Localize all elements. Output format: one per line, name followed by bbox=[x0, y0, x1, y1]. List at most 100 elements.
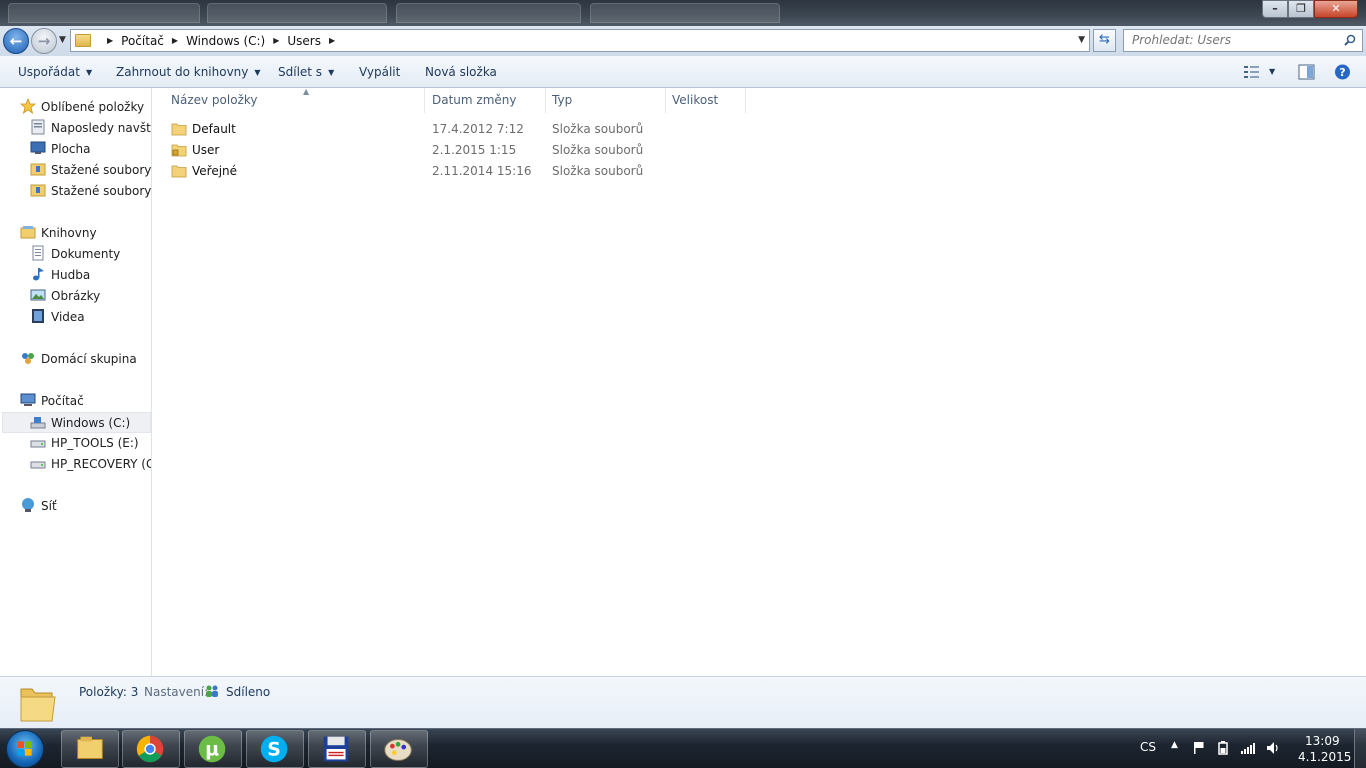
large-folder-icon bbox=[20, 688, 56, 722]
chevron-right-icon[interactable]: ▶ bbox=[107, 36, 113, 45]
file-date: 2.1.2015 1:15 bbox=[432, 143, 517, 157]
table-row[interactable]: Default 17.4.2012 7:12 Složka souborů bbox=[166, 119, 966, 140]
file-type: Složka souborů bbox=[552, 164, 644, 178]
include-library-label: Zahrnout do knihovny bbox=[116, 65, 249, 79]
background-tab bbox=[8, 3, 200, 23]
breadcrumb-users[interactable]: Users bbox=[287, 34, 321, 48]
breadcrumb-drive-c[interactable]: Windows (C:) bbox=[186, 34, 265, 48]
nav-label: Stažené soubory bbox=[51, 184, 152, 198]
burn-button[interactable]: Vypálit bbox=[359, 56, 400, 88]
column-name-label: Název položky bbox=[171, 93, 258, 107]
nav-pictures[interactable]: Obrázky bbox=[30, 286, 100, 307]
window-controls: – ❐ ✕ bbox=[1262, 0, 1358, 18]
file-date: 17.4.2012 7:12 bbox=[432, 122, 524, 136]
utorrent-icon[interactable]: µ bbox=[184, 730, 242, 768]
folder-icon bbox=[171, 123, 187, 136]
minimize-button[interactable]: – bbox=[1262, 0, 1288, 18]
nav-label: Knihovny bbox=[41, 226, 97, 240]
nav-downloads-2[interactable]: Stažené soubory bbox=[30, 181, 151, 202]
nav-computer[interactable]: Počítač bbox=[20, 391, 84, 412]
view-dropdown-icon[interactable]: ▼ bbox=[1269, 56, 1275, 88]
help-icon[interactable]: ? bbox=[1334, 64, 1351, 80]
nav-recent-places[interactable]: Naposledy navštívené bbox=[30, 118, 151, 139]
maximize-button[interactable]: ❐ bbox=[1288, 0, 1314, 18]
include-in-library-button[interactable]: Zahrnout do knihovny ▼ bbox=[116, 56, 261, 88]
column-header-size[interactable]: Velikost bbox=[666, 88, 746, 113]
chrome-logo-icon bbox=[136, 735, 164, 763]
command-bar: Uspořádat ▼ Zahrnout do knihovny ▼ Sdílet … bbox=[0, 56, 1366, 88]
refresh-button[interactable]: ⇆ bbox=[1093, 29, 1116, 52]
show-hidden-icons-icon[interactable]: ▲ bbox=[1171, 740, 1178, 750]
action-center-flag-icon[interactable] bbox=[1192, 741, 1206, 755]
nav-favorites[interactable]: Oblíbené položky bbox=[20, 97, 144, 118]
nav-drive-g[interactable]: HP_RECOVERY (G:) bbox=[30, 454, 151, 475]
share-with-label: Sdílet s bbox=[278, 65, 323, 79]
shared-users-icon bbox=[206, 685, 218, 697]
explorer-icon[interactable] bbox=[61, 730, 119, 768]
skype-icon[interactable]: S bbox=[246, 730, 304, 768]
nav-network[interactable]: Síť bbox=[20, 496, 57, 517]
nav-homegroup[interactable]: Domácí skupina bbox=[20, 349, 137, 370]
floppy-app-icon[interactable] bbox=[308, 730, 366, 768]
nav-drive-c[interactable]: Windows (C:) bbox=[2, 412, 151, 433]
preview-pane-icon[interactable] bbox=[1298, 64, 1315, 80]
nav-drive-e[interactable]: HP_TOOLS (E:) bbox=[30, 433, 139, 454]
nav-documents[interactable]: Dokumenty bbox=[30, 244, 120, 265]
nav-label: Hudba bbox=[51, 268, 91, 282]
nav-libraries[interactable]: Knihovny bbox=[20, 223, 97, 244]
table-row[interactable]: Veřejné 2.11.2014 15:16 Složka souborů bbox=[166, 161, 966, 182]
file-name: Default bbox=[192, 122, 236, 136]
chevron-right-icon[interactable]: ▶ bbox=[273, 36, 279, 45]
background-tab bbox=[207, 3, 387, 23]
view-options-icon[interactable] bbox=[1243, 64, 1261, 80]
address-history-dropdown[interactable]: ▼ bbox=[1078, 35, 1085, 45]
nav-videos[interactable]: Videa bbox=[30, 307, 85, 328]
show-desktop-button[interactable] bbox=[1354, 729, 1366, 768]
signal-strength-icon[interactable] bbox=[1240, 741, 1256, 755]
nav-music[interactable]: Hudba bbox=[30, 265, 90, 286]
table-row[interactable]: User 2.1.2015 1:15 Složka souborů bbox=[166, 140, 966, 161]
volume-icon[interactable] bbox=[1266, 741, 1280, 755]
close-button[interactable]: ✕ bbox=[1314, 0, 1358, 18]
windows-start-icon[interactable] bbox=[6, 730, 44, 768]
utorrent-logo-icon: µ bbox=[198, 735, 226, 763]
chrome-icon[interactable] bbox=[122, 730, 180, 768]
organize-label: Uspořádat bbox=[18, 65, 80, 79]
breadcrumb-computer[interactable]: Počítač bbox=[121, 34, 164, 48]
nav-desktop[interactable]: Plocha bbox=[30, 139, 90, 160]
chevron-down-icon: ▼ bbox=[328, 68, 335, 77]
clock-time[interactable]: 13:09 bbox=[1305, 734, 1340, 748]
search-icon[interactable] bbox=[1344, 34, 1356, 46]
windows-logo-icon bbox=[17, 741, 32, 756]
chevron-right-icon[interactable]: ▶ bbox=[172, 36, 178, 45]
organize-button[interactable]: Uspořádat ▼ bbox=[18, 56, 92, 88]
chevron-right-icon[interactable]: ▶ bbox=[329, 36, 335, 45]
search-box[interactable] bbox=[1123, 29, 1363, 52]
nav-downloads[interactable]: Stažené soubory bbox=[30, 160, 151, 181]
language-indicator[interactable]: CS bbox=[1140, 740, 1156, 754]
clock-date[interactable]: 4.1.2015 bbox=[1298, 750, 1351, 764]
back-button[interactable]: ← bbox=[3, 28, 29, 54]
address-bar[interactable]: ▶ Počítač ▶ Windows (C:) ▶ Users ▶ ▼ bbox=[70, 29, 1090, 52]
details-pane: Položky: 3 Nastavení: Sdíleno bbox=[0, 676, 1366, 728]
network-icon bbox=[22, 498, 34, 512]
documents-icon bbox=[32, 245, 44, 261]
file-list: ▲ Název položky Datum změny Typ Velikost… bbox=[153, 87, 1366, 676]
file-name: User bbox=[192, 143, 220, 157]
paint-icon[interactable] bbox=[370, 730, 428, 768]
forward-button[interactable]: → bbox=[31, 28, 57, 54]
new-folder-button[interactable]: Nová složka bbox=[425, 56, 497, 88]
battery-icon[interactable] bbox=[1216, 741, 1230, 755]
star-icon bbox=[20, 98, 36, 114]
nav-label: Plocha bbox=[51, 142, 91, 156]
folder-icon bbox=[171, 165, 187, 178]
recent-pages-dropdown[interactable]: ▼ bbox=[59, 35, 66, 45]
paint-palette-icon bbox=[384, 739, 412, 761]
column-header-type[interactable]: Typ bbox=[546, 88, 666, 113]
column-header-date[interactable]: Datum změny bbox=[426, 88, 546, 113]
computer-icon bbox=[20, 393, 36, 406]
column-header-name[interactable]: ▲ Název položky bbox=[165, 87, 425, 113]
svg-text:?: ? bbox=[1339, 66, 1345, 79]
nav-label: Síť bbox=[41, 499, 57, 513]
search-input[interactable] bbox=[1132, 30, 1332, 50]
